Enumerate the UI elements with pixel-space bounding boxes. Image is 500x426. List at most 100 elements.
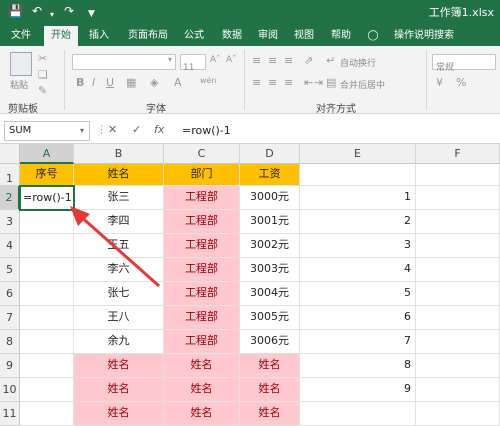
percent-icon[interactable]: % (456, 76, 466, 89)
cell-b7[interactable]: 王八 (74, 306, 164, 330)
cell-b1[interactable]: 姓名 (74, 164, 164, 186)
tab-page-layout[interactable]: 页面布局 (120, 26, 176, 46)
insert-function-icon[interactable]: fx (154, 123, 164, 136)
cell-c1[interactable]: 部门 (164, 164, 240, 186)
column-header-e[interactable]: E (300, 144, 416, 164)
increase-indent-icon[interactable]: ⇥ (314, 76, 323, 89)
row-header-7[interactable]: 7 (0, 306, 20, 330)
select-all-corner[interactable] (0, 144, 20, 164)
currency-icon[interactable]: ¥ (436, 76, 443, 89)
tab-formulas[interactable]: 公式 (178, 26, 210, 46)
cell-c11[interactable]: 姓名 (164, 402, 240, 426)
cell-f4[interactable] (416, 234, 500, 258)
cell-c8[interactable]: 工程部 (164, 330, 240, 354)
cell-c2[interactable]: 工程部 (164, 186, 240, 210)
row-header-5[interactable]: 5 (0, 258, 20, 282)
tab-file[interactable]: 文件 (4, 26, 38, 46)
undo-icon[interactable]: ↶ (32, 3, 42, 19)
cell-c6[interactable]: 工程部 (164, 282, 240, 306)
cell-a8[interactable] (20, 330, 74, 354)
align-left-icon[interactable]: ≡ (252, 76, 261, 89)
format-painter-icon[interactable]: ✎ (38, 84, 47, 97)
copy-icon[interactable]: ❏ (38, 68, 48, 81)
customize-icon[interactable]: ▼ (88, 6, 95, 22)
column-header-b[interactable]: B (74, 144, 164, 164)
tab-home[interactable]: 开始 (44, 26, 78, 46)
column-header-a[interactable]: A (20, 144, 74, 164)
cell-d2[interactable]: 3000元 (240, 186, 300, 210)
cell-a11[interactable] (20, 402, 74, 426)
cell-e5[interactable]: 4 (300, 258, 416, 282)
cell-e6[interactable]: 5 (300, 282, 416, 306)
tell-me-search[interactable]: 操作说明搜索 (382, 26, 466, 46)
align-center-icon[interactable]: ≡ (268, 76, 277, 89)
cell-a9[interactable] (20, 354, 74, 378)
cell-f11[interactable] (416, 402, 500, 426)
formula-input[interactable]: =row()-1 (182, 124, 231, 137)
tab-review[interactable]: 审阅 (252, 26, 284, 46)
wrap-text-icon[interactable]: ↵ (326, 54, 335, 67)
row-header-2[interactable]: 2 (0, 186, 20, 210)
cell-b11[interactable]: 姓名 (74, 402, 164, 426)
merge-center-label[interactable]: 合并后居中 (340, 78, 385, 91)
fill-color-icon[interactable]: ◈ (150, 76, 158, 89)
orientation-icon[interactable]: ⇗ (304, 54, 313, 67)
cell-f8[interactable] (416, 330, 500, 354)
decrease-font-icon[interactable]: Aˇ (226, 55, 237, 65)
undo-dropdown-icon[interactable]: ▾ (50, 7, 54, 23)
cell-d9[interactable]: 姓名 (240, 354, 300, 378)
cell-d4[interactable]: 3002元 (240, 234, 300, 258)
cell-f9[interactable] (416, 354, 500, 378)
cell-c9[interactable]: 姓名 (164, 354, 240, 378)
align-bottom-icon[interactable]: ≡ (284, 54, 293, 67)
tab-help[interactable]: 帮助 (324, 26, 358, 46)
row-header-11[interactable]: 11 (0, 402, 20, 426)
wrap-text-label[interactable]: 自动换行 (340, 56, 376, 69)
cell-c7[interactable]: 工程部 (164, 306, 240, 330)
cell-d6[interactable]: 3004元 (240, 282, 300, 306)
font-color-icon[interactable]: A (174, 76, 182, 89)
borders-icon[interactable]: ▦ (126, 76, 136, 89)
paste-icon[interactable] (10, 52, 32, 76)
cell-f6[interactable] (416, 282, 500, 306)
cell-f2[interactable] (416, 186, 500, 210)
align-middle-icon[interactable]: ≡ (268, 54, 277, 67)
cell-a7[interactable] (20, 306, 74, 330)
name-box-dropdown-icon[interactable]: ▾ (80, 126, 84, 135)
row-header-4[interactable]: 4 (0, 234, 20, 258)
column-header-f[interactable]: F (416, 144, 500, 164)
row-header-1[interactable]: 1 (0, 164, 20, 186)
cell-f7[interactable] (416, 306, 500, 330)
tab-insert[interactable]: 插入 (82, 26, 116, 46)
cancel-icon[interactable]: ✕ (108, 123, 117, 136)
cell-e8[interactable]: 7 (300, 330, 416, 354)
cell-c3[interactable]: 工程部 (164, 210, 240, 234)
number-format-select[interactable]: 常规 (432, 54, 496, 73)
cell-e2[interactable]: 1 (300, 186, 416, 210)
cell-f10[interactable] (416, 378, 500, 402)
cell-d7[interactable]: 3005元 (240, 306, 300, 330)
cell-d3[interactable]: 3001元 (240, 210, 300, 234)
font-size-select[interactable]: 11 (180, 54, 206, 73)
underline-icon[interactable]: U (106, 76, 114, 89)
save-icon[interactable]: 💾 (8, 3, 23, 19)
chevron-down-icon[interactable]: ▾ (168, 55, 172, 64)
cell-e7[interactable]: 6 (300, 306, 416, 330)
cell-e1[interactable] (300, 164, 416, 186)
cell-e11[interactable] (300, 402, 416, 426)
align-top-icon[interactable]: ≡ (252, 54, 261, 67)
cell-b8[interactable]: 余九 (74, 330, 164, 354)
cell-d11[interactable]: 姓名 (240, 402, 300, 426)
tab-data[interactable]: 数据 (214, 26, 250, 46)
lightbulb-icon[interactable]: ◯ (366, 26, 380, 46)
align-right-icon[interactable]: ≡ (284, 76, 293, 89)
cell-d8[interactable]: 3006元 (240, 330, 300, 354)
increase-font-icon[interactable]: Aˆ (210, 55, 221, 65)
merge-icon[interactable]: ▤ (326, 76, 336, 89)
cell-a1[interactable]: 序号 (20, 164, 74, 186)
cell-e4[interactable]: 3 (300, 234, 416, 258)
cell-f5[interactable] (416, 258, 500, 282)
italic-icon[interactable]: I (92, 76, 95, 89)
font-name-select[interactable] (72, 54, 176, 70)
cell-d5[interactable]: 3003元 (240, 258, 300, 282)
